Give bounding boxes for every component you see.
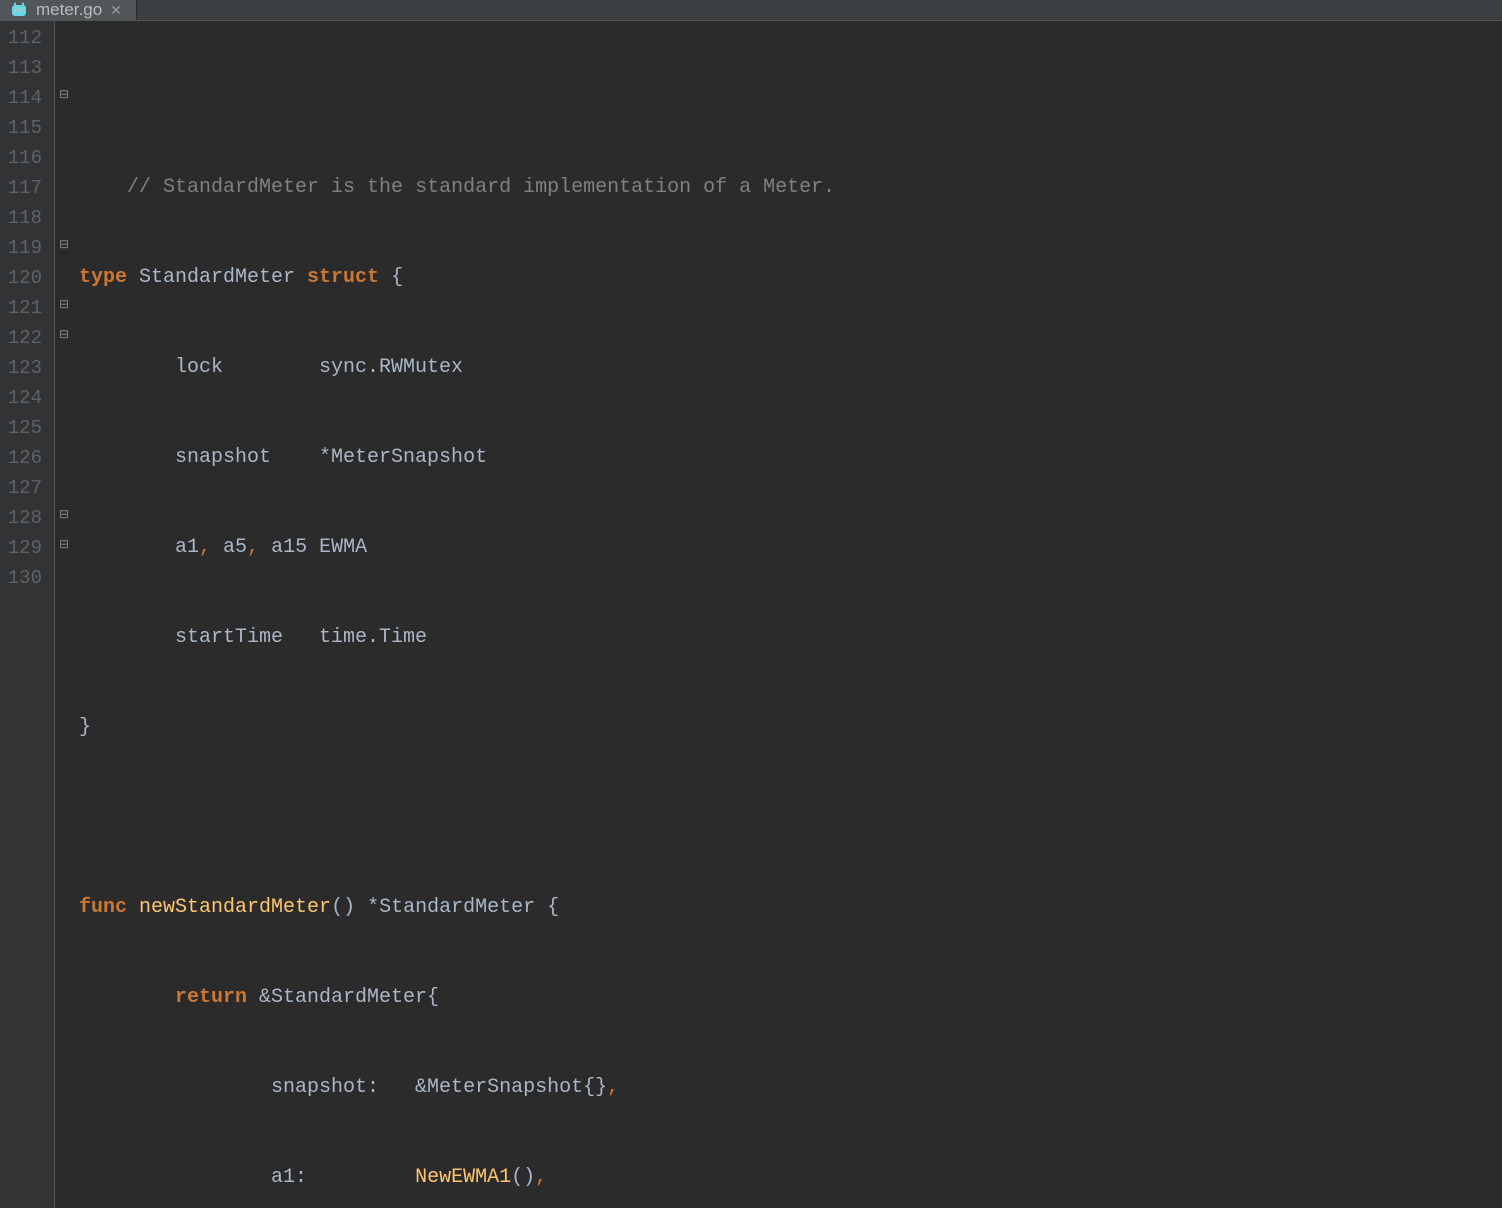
- code-line: startTime time.Time: [79, 623, 1502, 653]
- line-number-gutter: 112 113 114 115 116 117 118 119 120 121 …: [0, 21, 55, 1208]
- go-file-icon: [10, 1, 28, 19]
- fold-open-icon[interactable]: ⊟: [57, 298, 71, 312]
- code-line: [79, 803, 1502, 833]
- line-number: 130: [0, 563, 42, 593]
- code-line: lock sync.RWMutex: [79, 353, 1502, 383]
- close-icon[interactable]: ✕: [110, 2, 122, 19]
- code-line: type StandardMeter struct {: [79, 263, 1502, 293]
- tab-filename: meter.go: [36, 0, 102, 20]
- code-line: snapshot: &MeterSnapshot{},: [79, 1073, 1502, 1103]
- line-number: 116: [0, 143, 42, 173]
- code-line: snapshot *MeterSnapshot: [79, 443, 1502, 473]
- code-line: a1: NewEWMA1(),: [79, 1163, 1502, 1193]
- fold-open-icon[interactable]: ⊟: [57, 88, 71, 102]
- line-number: 112: [0, 23, 42, 53]
- file-tab-meter-go[interactable]: meter.go ✕: [0, 0, 137, 20]
- line-number: 117: [0, 173, 42, 203]
- line-number: 125: [0, 413, 42, 443]
- line-number: 119: [0, 233, 42, 263]
- code-editor[interactable]: 112 113 114 115 116 117 118 119 120 121 …: [0, 21, 1502, 1208]
- code-line: }: [79, 713, 1502, 743]
- line-number: 121: [0, 293, 42, 323]
- code-line: // StandardMeter is the standard impleme…: [79, 173, 1502, 203]
- line-number: 120: [0, 263, 42, 293]
- line-number: 113: [0, 53, 42, 83]
- line-number: 127: [0, 473, 42, 503]
- code-line: a1, a5, a15 EWMA: [79, 533, 1502, 563]
- code-line: func newStandardMeter() *StandardMeter {: [79, 893, 1502, 923]
- fold-close-icon[interactable]: ⊟: [57, 508, 71, 522]
- line-number: 118: [0, 203, 42, 233]
- line-number: 122: [0, 323, 42, 353]
- line-number: 126: [0, 443, 42, 473]
- fold-close-icon[interactable]: ⊟: [57, 538, 71, 552]
- line-number: 128: [0, 503, 42, 533]
- code-line: [79, 83, 1502, 113]
- line-number: 129: [0, 533, 42, 563]
- fold-close-icon[interactable]: ⊟: [57, 238, 71, 252]
- fold-gutter: ⊟ ⊟ ⊟ ⊟ ⊟ ⊟: [55, 21, 75, 1208]
- editor-tab-bar: meter.go ✕: [0, 0, 1502, 21]
- line-number: 124: [0, 383, 42, 413]
- line-number: 123: [0, 353, 42, 383]
- line-number: 114: [0, 83, 42, 113]
- fold-open-icon[interactable]: ⊟: [57, 328, 71, 342]
- code-line: return &StandardMeter{: [79, 983, 1502, 1013]
- line-number: 115: [0, 113, 42, 143]
- code-text-area[interactable]: // StandardMeter is the standard impleme…: [75, 21, 1502, 1208]
